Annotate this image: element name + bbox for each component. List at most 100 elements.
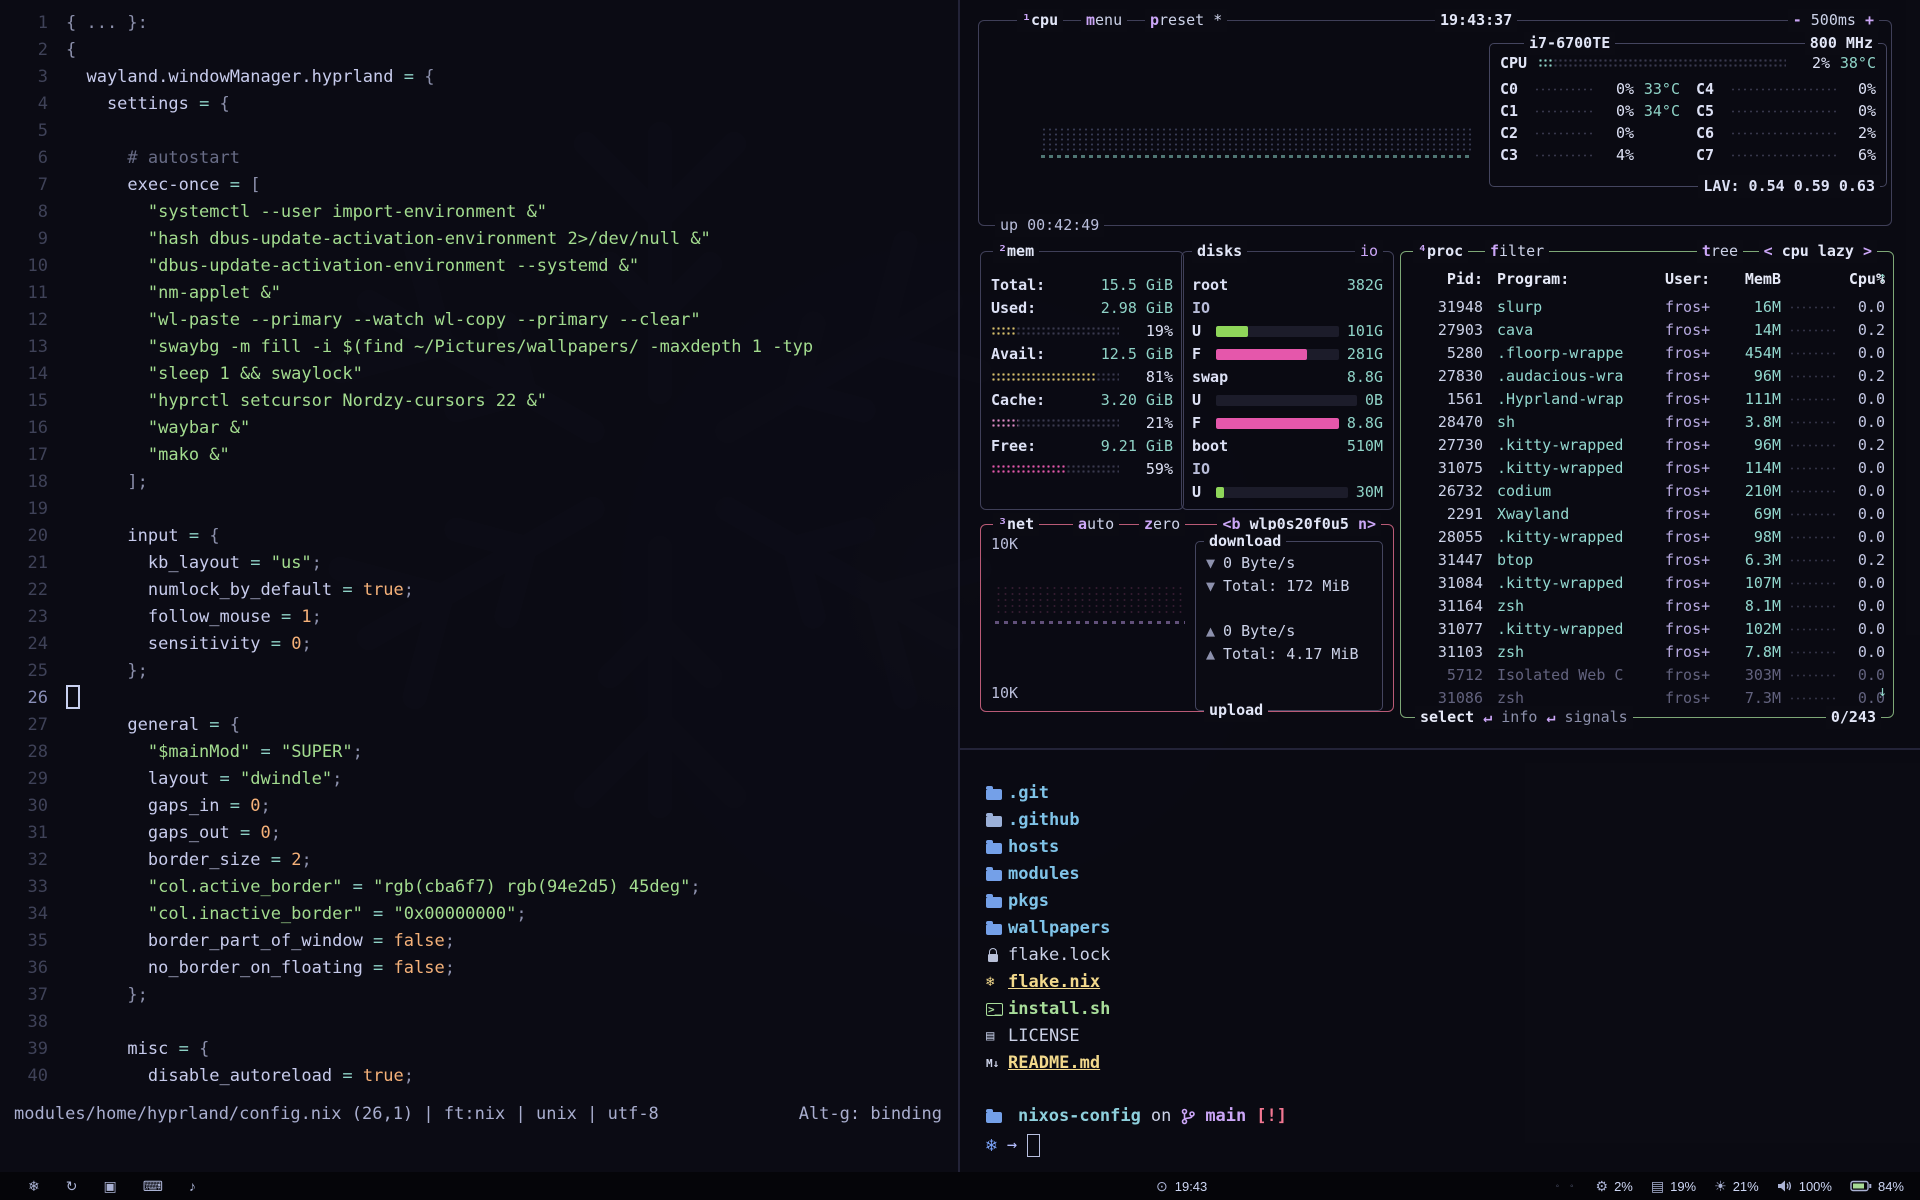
editor-line[interactable]: 5 <box>0 118 958 145</box>
editor-pane[interactable]: 1{ ... }:2{3 wayland.windowManager.hyprl… <box>0 0 958 1172</box>
editor-line[interactable]: 31 gaps_out = 0; <box>0 820 958 847</box>
process-row[interactable]: 2291Xwaylandfros+69M0.0 <box>1409 503 1885 526</box>
pane-separator-vertical[interactable] <box>958 0 960 1172</box>
cpu-box: ¹cpu menu preset * 19:43:37 - 500ms + i7… <box>978 20 1892 226</box>
editor-line[interactable]: 29 layout = "dwindle"; <box>0 766 958 793</box>
menu-button[interactable]: menu <box>1081 9 1127 32</box>
editor-line[interactable]: 11 "nm-applet &" <box>0 280 958 307</box>
editor-line[interactable]: 40 disable_autoreload = true; <box>0 1063 958 1090</box>
proc-sort-selector[interactable]: < cpu lazy > <box>1759 240 1877 263</box>
power-icon[interactable]: ↻ <box>66 1178 78 1195</box>
filter-button[interactable]: filter <box>1485 240 1549 263</box>
process-row[interactable]: 31084.kitty-wrappedfros+107M0.0 <box>1409 572 1885 595</box>
editor-line[interactable]: 35 border_part_of_window = false; <box>0 928 958 955</box>
nix-logo-icon[interactable]: ❄ <box>28 1178 40 1195</box>
editor-line[interactable]: 1{ ... }: <box>0 10 958 37</box>
editor-line[interactable]: 16 "waybar &" <box>0 415 958 442</box>
preset-button[interactable]: preset * <box>1145 9 1227 32</box>
process-row[interactable]: 31077.kitty-wrappedfros+102M0.0 <box>1409 618 1885 641</box>
editor-line[interactable]: 24 sensitivity = 0; <box>0 631 958 658</box>
signals-button[interactable]: signals <box>1565 708 1628 726</box>
process-row[interactable]: 27830.audacious-wrafros+96M0.2 <box>1409 365 1885 388</box>
editor-line[interactable]: 34 "col.inactive_border" = "0x00000000"; <box>0 901 958 928</box>
process-row[interactable]: 28470shfros+3.8M0.0 <box>1409 411 1885 434</box>
volume-module[interactable]: 100% <box>1777 1179 1832 1194</box>
disk-meter-value: 30M <box>1356 481 1383 504</box>
process-row[interactable]: 27903cavafros+14M0.2 <box>1409 319 1885 342</box>
process-row[interactable]: 5712Isolated Web Cfros+303M0.0 <box>1409 664 1885 687</box>
folder-icon <box>986 787 1008 800</box>
info-button[interactable]: info <box>1501 708 1537 726</box>
process-row[interactable]: 31164zshfros+8.1M0.0 <box>1409 595 1885 618</box>
editor-line[interactable]: 26 <box>0 685 958 712</box>
memory-module[interactable]: ▤19% <box>1651 1178 1696 1195</box>
net-zero-button[interactable]: zero <box>1139 513 1185 536</box>
terminal-pane[interactable]: .git.githubhostsmodulespkgswallpapersfla… <box>960 750 1920 1172</box>
music-icon[interactable]: ♪ <box>189 1178 196 1194</box>
cpu-module[interactable]: ⚙2% <box>1596 1178 1633 1195</box>
editor-line[interactable]: 39 misc = { <box>0 1036 958 1063</box>
editor-line[interactable]: 3 wayland.windowManager.hyprland = { <box>0 64 958 91</box>
editor-line[interactable]: 18 ]; <box>0 469 958 496</box>
btop-pane[interactable]: ¹cpu menu preset * 19:43:37 - 500ms + i7… <box>960 0 1920 748</box>
editor-line[interactable]: 21 kb_layout = "us"; <box>0 550 958 577</box>
editor-line[interactable]: 2{ <box>0 37 958 64</box>
editor-line[interactable]: 25 }; <box>0 658 958 685</box>
editor-line[interactable]: 9 "hash dbus-update-activation-environme… <box>0 226 958 253</box>
editor-line[interactable]: 30 gaps_in = 0; <box>0 793 958 820</box>
pane-separator-horizontal[interactable] <box>960 748 1920 750</box>
process-row[interactable]: 31075.kitty-wrappedfros+114M0.0 <box>1409 457 1885 480</box>
line-number: 21 <box>0 550 66 577</box>
process-row[interactable]: 31447btopfros+6.3M0.2 <box>1409 549 1885 572</box>
update-interval-control[interactable]: - 500ms + <box>1788 9 1879 32</box>
process-row[interactable]: 27730.kitty-wrappedfros+96M0.2 <box>1409 434 1885 457</box>
editor-line[interactable]: 14 "sleep 1 && swaylock" <box>0 361 958 388</box>
editor-line[interactable]: 38 <box>0 1009 958 1036</box>
editor-line[interactable]: 32 border_size = 2; <box>0 847 958 874</box>
editor-line[interactable]: 7 exec-once = [ <box>0 172 958 199</box>
editor-line[interactable]: 13 "swaybg -m fill -i $(find ~/Pictures/… <box>0 334 958 361</box>
file-row: wallpapers <box>960 915 1110 942</box>
editor-line[interactable]: 17 "mako &" <box>0 442 958 469</box>
display-icon[interactable]: ▣ <box>103 1178 116 1195</box>
input-line[interactable]: ❄ → <box>986 1132 1040 1159</box>
clock-module[interactable]: ⊙ 19:43 <box>1156 1172 1207 1200</box>
tree-button[interactable]: tree <box>1697 240 1743 263</box>
scroll-down-icon[interactable]: ↓ <box>1878 680 1887 703</box>
editor-line[interactable]: 10 "dbus-update-activation-environment -… <box>0 253 958 280</box>
upload-speed: ▲0 Byte/s <box>1196 620 1382 643</box>
editor-line[interactable]: 4 settings = { <box>0 91 958 118</box>
cpu-core-grid: C00%33°CC10%34°CC20%C34%C40%C50%C62%C76% <box>1500 78 1876 166</box>
editor-line[interactable]: 33 "col.active_border" = "rgb(cba6f7) rg… <box>0 874 958 901</box>
process-row[interactable]: 31103zshfros+7.8M0.0 <box>1409 641 1885 664</box>
editor-line[interactable]: 20 input = { <box>0 523 958 550</box>
editor-line[interactable]: 12 "wl-paste --primary --watch wl-copy -… <box>0 307 958 334</box>
editor-line[interactable]: 6 # autostart <box>0 145 958 172</box>
net-auto-button[interactable]: auto <box>1073 513 1119 536</box>
editor-line[interactable]: 8 "systemctl --user import-environment &… <box>0 199 958 226</box>
code-text: "dbus-update-activation-environment --sy… <box>66 253 639 280</box>
disk-row: F281G <box>1182 343 1393 366</box>
process-row[interactable]: 28055.kitty-wrappedfros+98M0.0 <box>1409 526 1885 549</box>
process-row[interactable]: 31948slurpfros+16M0.0 <box>1409 296 1885 319</box>
process-row[interactable]: 5280.floorp-wrappefros+454M0.0 <box>1409 342 1885 365</box>
process-row[interactable]: 1561.Hyprland-wrapfros+111M0.0 <box>1409 388 1885 411</box>
editor-line[interactable]: 37 }; <box>0 982 958 1009</box>
code-text <box>66 685 80 712</box>
process-row[interactable]: 26732codiumfros+210M0.0 <box>1409 480 1885 503</box>
brightness-module[interactable]: ☀21% <box>1714 1178 1759 1195</box>
editor-line[interactable]: 19 <box>0 496 958 523</box>
select-button[interactable]: select <box>1420 708 1474 726</box>
editor-line[interactable]: 36 no_border_on_floating = false; <box>0 955 958 982</box>
editor-line[interactable]: 28 "$mainMod" = "SUPER"; <box>0 739 958 766</box>
editor-line[interactable]: 22 numlock_by_default = true; <box>0 577 958 604</box>
io-mode-button[interactable]: io <box>1355 240 1383 263</box>
editor-line[interactable]: 27 general = { <box>0 712 958 739</box>
editor-line[interactable]: 15 "hyprctl setcursor Nordzy-cursors 22 … <box>0 388 958 415</box>
keyboard-icon[interactable]: ⌨ <box>143 1178 163 1195</box>
file-row: flake.lock <box>960 942 1110 969</box>
code-text: ]; <box>66 469 148 496</box>
editor-line[interactable]: 23 follow_mouse = 1; <box>0 604 958 631</box>
tray-icons[interactable]: ◦ ◦ <box>1556 1181 1578 1192</box>
battery-module[interactable]: 84% <box>1850 1179 1904 1194</box>
